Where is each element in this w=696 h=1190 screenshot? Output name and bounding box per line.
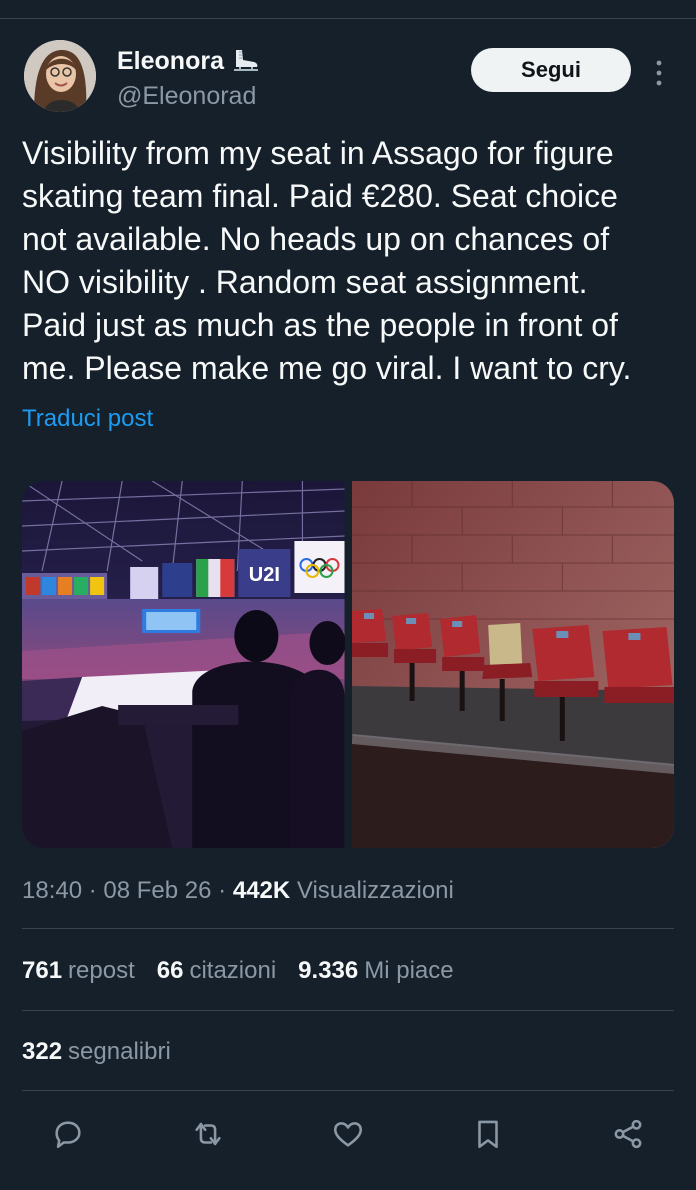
more-options-icon[interactable] <box>654 58 664 88</box>
tweet-time: 18:40 <box>22 877 83 904</box>
action-bar <box>40 1114 660 1154</box>
media-gallery: U2I <box>22 481 674 848</box>
repost-icon[interactable] <box>188 1114 228 1154</box>
likes-count: 9.336 <box>298 957 359 984</box>
tweet-line: Visibility from my seat in Assago for fi… <box>22 135 614 171</box>
quotes-stat[interactable]: 66 citazioni <box>157 955 276 987</box>
bookmarks-stat[interactable]: 322 segnalibri <box>22 1036 171 1068</box>
separator: · <box>88 877 97 904</box>
engagement-stats: 761 repost 66 citazioni 9.336 Mi piace <box>22 955 454 987</box>
top-divider <box>0 18 696 19</box>
likes-stat[interactable]: 9.336 Mi piace <box>298 955 453 987</box>
divider <box>22 1010 674 1011</box>
author-info: Eleonora @Eleonorad <box>117 46 260 111</box>
arena-view-photo[interactable]: U2I <box>22 481 345 848</box>
tweet-text: Visibility from my seat in Assago for fi… <box>22 132 682 390</box>
avatar[interactable] <box>24 40 96 112</box>
views-count: 442K <box>232 877 291 904</box>
divider <box>22 928 674 929</box>
bookmarks-label: segnalibri <box>68 1038 171 1065</box>
quotes-label: citazioni <box>189 957 277 984</box>
red-seats-photo[interactable] <box>351 481 674 848</box>
ice-skate-icon <box>230 48 260 74</box>
views-label: Visualizzazioni <box>296 877 454 904</box>
quotes-count: 66 <box>156 957 184 984</box>
reposts-label: repost <box>68 957 135 984</box>
likes-label: Mi piace <box>364 957 454 984</box>
tweet-date: 08 Feb 26 <box>103 877 212 904</box>
bookmarks-count: 322 <box>22 1038 63 1065</box>
reply-icon[interactable] <box>48 1114 88 1154</box>
tweet-line: me. Please make me go viral. I want to c… <box>22 350 632 386</box>
tweet-line: NO visibility . Random seat assignment. <box>22 264 588 300</box>
tweet-line: not available. No heads up on chances of <box>22 221 610 257</box>
tweet-line: Paid just as much as the people in front… <box>22 307 618 343</box>
venue-banner-text: U2I <box>249 564 280 586</box>
reposts-count: 761 <box>22 957 63 984</box>
divider <box>22 1090 674 1091</box>
reposts-stat[interactable]: 761 repost <box>22 955 135 987</box>
tweet-header: Eleonora @Eleonorad Segui <box>22 40 674 114</box>
like-icon[interactable] <box>328 1114 368 1154</box>
separator: · <box>218 877 227 904</box>
share-icon[interactable] <box>608 1114 648 1154</box>
follow-button[interactable]: Segui <box>471 48 631 92</box>
handle[interactable]: @Eleonorad <box>117 82 260 111</box>
bookmark-icon[interactable] <box>468 1114 508 1154</box>
display-name[interactable]: Eleonora <box>117 47 224 76</box>
translate-post-link[interactable]: Traduci post <box>22 404 153 434</box>
tweet-line: skating team final. Paid €280. Seat choi… <box>22 178 618 214</box>
tweet-timestamp[interactable]: 18:40 · 08 Feb 26 · 442K Visualizzazioni <box>22 875 454 907</box>
